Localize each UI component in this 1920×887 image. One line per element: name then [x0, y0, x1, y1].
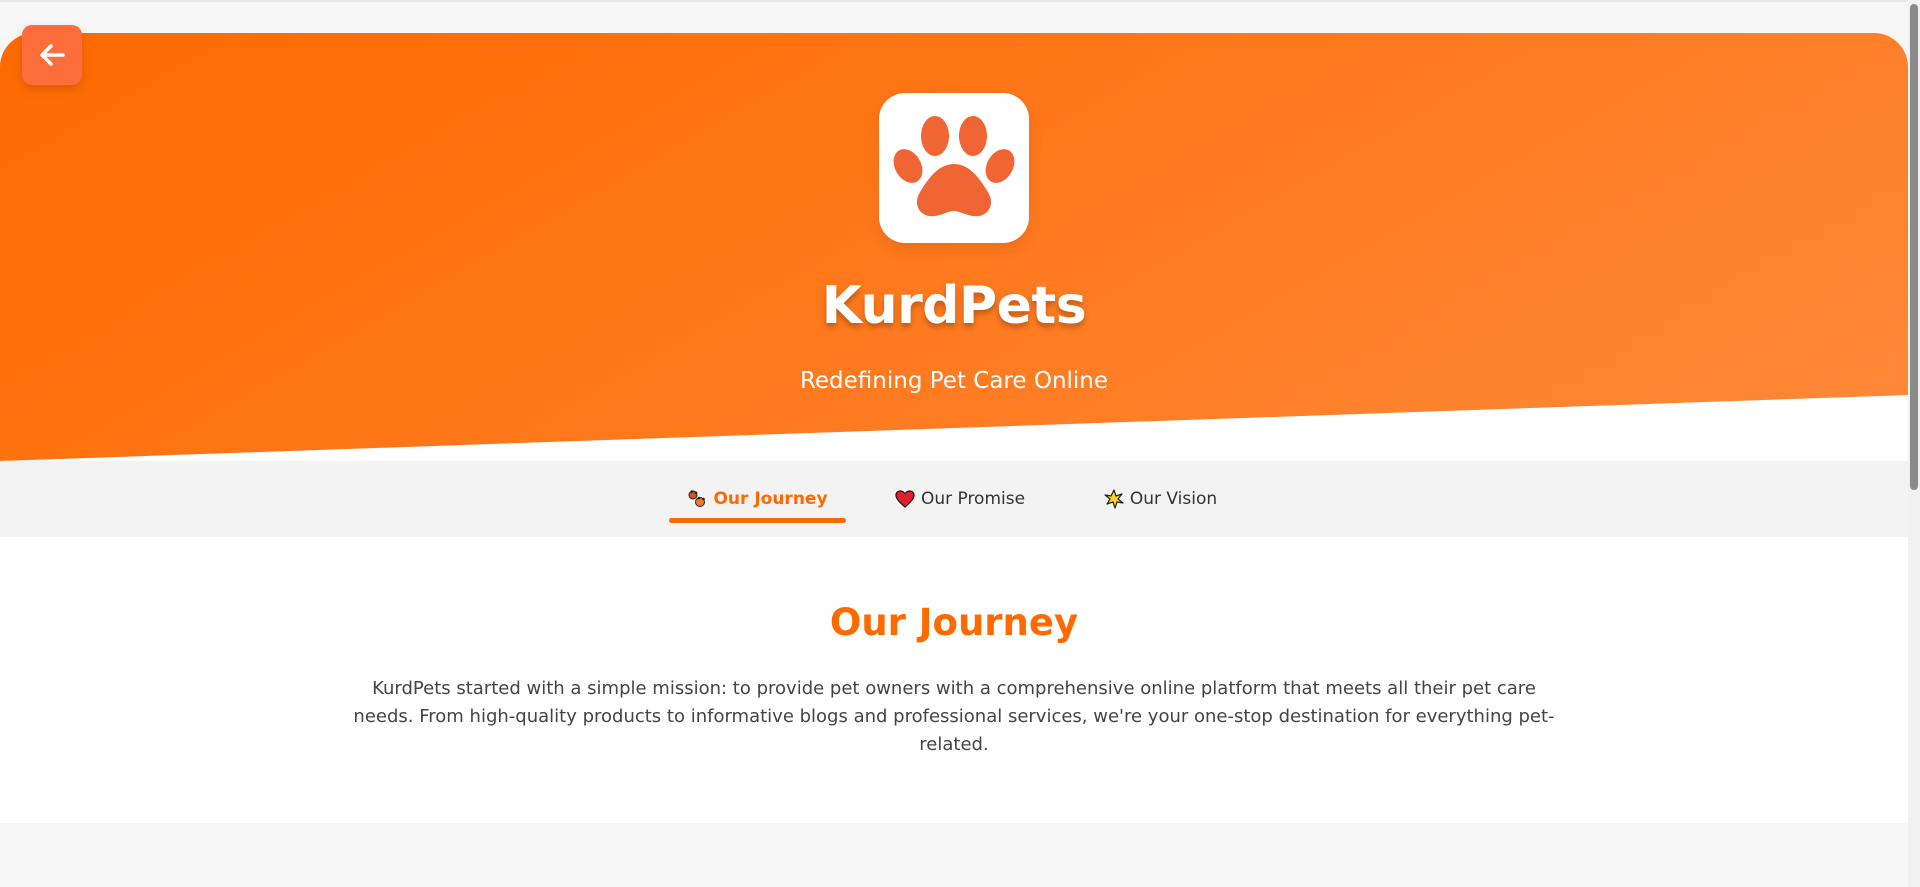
scrollbar-thumb[interactable]	[1910, 4, 1918, 490]
section-body: KurdPets started with a simple mission: …	[353, 678, 1555, 755]
heart-icon	[895, 490, 915, 508]
tab-content-panel: Our Journey KurdPets started with a simp…	[0, 537, 1908, 823]
tab-our-journey[interactable]: Our Journey	[669, 461, 846, 537]
tagline: Redefining Pet Care Online	[799, 368, 1109, 394]
brand-name: KurdPets	[821, 276, 1087, 336]
sparkle-icon	[1104, 489, 1124, 509]
brand-logo	[879, 93, 1029, 243]
tab-our-promise[interactable]: Our Promise	[885, 461, 1035, 537]
paws-icon	[688, 490, 706, 507]
top-border	[0, 0, 1920, 2]
section-title: Our Journey	[829, 601, 1079, 644]
tab-label: Our Promise	[920, 489, 1026, 509]
back-button[interactable]	[22, 25, 82, 85]
tab-our-vision[interactable]: Our Vision	[1098, 461, 1223, 537]
active-tab-indicator	[669, 518, 846, 523]
tab-label: Our Journey	[713, 489, 828, 509]
arrow-left-icon	[40, 44, 65, 66]
tab-bar: Our Journey Our Promise Our Vision	[0, 461, 1908, 537]
vertical-scrollbar[interactable]	[1908, 0, 1920, 887]
paw-icon	[893, 116, 1015, 217]
tab-label: Our Vision	[1129, 489, 1218, 509]
about-page: KurdPets Redefining Pet Care Online Our …	[0, 0, 1920, 887]
